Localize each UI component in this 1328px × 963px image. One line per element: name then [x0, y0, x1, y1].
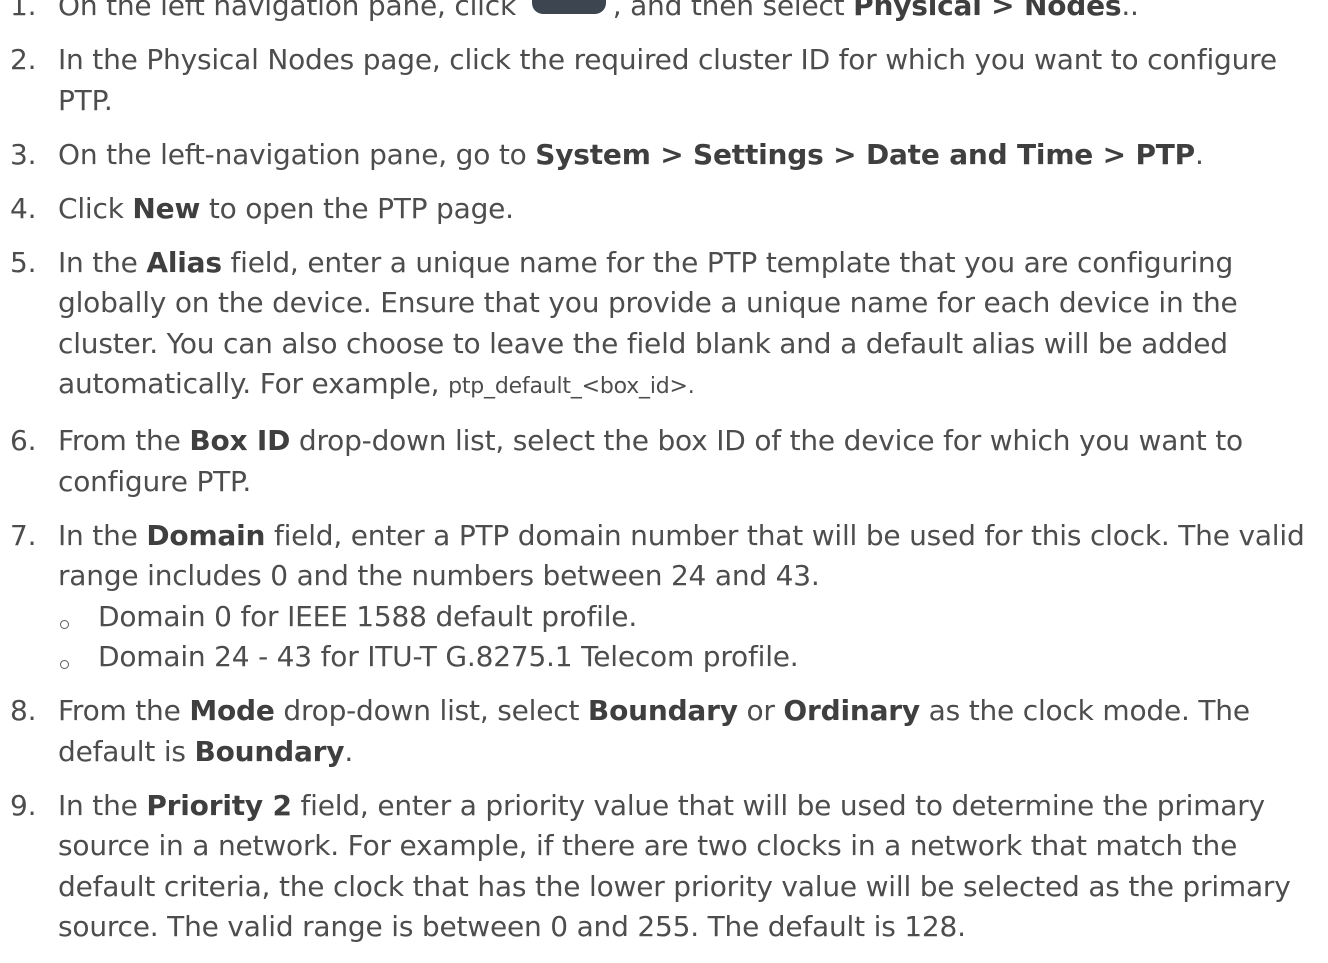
- procedure-steps: 1. On the left navigation pane, click , …: [0, 0, 1328, 948]
- ui-label: Alias: [146, 245, 222, 279]
- step-9: 9. In the Priority 2 field, enter a prio…: [0, 786, 1328, 948]
- ui-label: Domain: [146, 518, 266, 552]
- ui-label: Mode: [189, 694, 275, 727]
- ui-label: Priority 2: [146, 788, 292, 822]
- step-4: 4. Click New to open the PTP page.: [0, 189, 1328, 230]
- ui-path: System > Settings > Date and Time > PTP: [535, 137, 1195, 171]
- ui-option: Boundary: [587, 694, 738, 727]
- step-1: 1. On the left navigation pane, click , …: [0, 0, 1328, 27]
- step-5: 5. In the Alias field, enter a unique na…: [0, 243, 1328, 408]
- ui-label: New: [132, 191, 201, 225]
- step-text: On the left-navigation pane, go to: [58, 137, 536, 171]
- step-2: 2. In the Physical Nodes page, click the…: [0, 40, 1328, 121]
- document-body: 1. On the left navigation pane, click , …: [0, 0, 1328, 961]
- step-3: 3. On the left-navigation pane, go to Sy…: [0, 135, 1328, 176]
- step-text: In the: [58, 788, 147, 822]
- step-number: 2.: [10, 43, 37, 76]
- server-icon: [527, 0, 611, 16]
- bullet-text: Domain 0 for IEEE 1588 default profile.: [98, 599, 638, 633]
- step-text: On the left navigation pane, click: [58, 0, 525, 22]
- step-text: From the: [58, 424, 190, 457]
- step-text: In the: [58, 518, 147, 552]
- step-6: 6. From the Box ID drop-down list, selec…: [0, 421, 1328, 502]
- step-number: 9.: [10, 788, 37, 822]
- step-text: .: [344, 734, 354, 768]
- example-value: ptp_default_<box_id>: [448, 374, 688, 399]
- ui-option: Boundary: [194, 734, 345, 768]
- step-number: 8.: [10, 694, 37, 727]
- step-number: 7.: [10, 518, 37, 552]
- step-number: 6.: [10, 424, 37, 457]
- step-text: Click: [58, 191, 133, 225]
- step-text: In the: [58, 245, 147, 279]
- step-number: 3.: [10, 137, 37, 171]
- step-8: 8. From the Mode drop-down list, select …: [0, 691, 1328, 772]
- step-text: In the Physical Nodes page, click the re…: [58, 43, 1277, 117]
- ui-label: Box ID: [189, 424, 291, 457]
- step-text: From the: [58, 694, 190, 727]
- step-text: or: [737, 694, 784, 727]
- step-text: .: [687, 374, 695, 399]
- step-text: , and then select: [612, 0, 854, 22]
- ui-option: Ordinary: [783, 694, 920, 727]
- step-number: 4.: [10, 191, 37, 225]
- domain-options: Domain 0 for IEEE 1588 default profile. …: [58, 597, 1320, 678]
- bullet-icon: [60, 619, 69, 629]
- step-text: ..: [1121, 0, 1139, 22]
- bullet-text: Domain 24 - 43 for ITU-T G.8275.1 Teleco…: [98, 640, 799, 673]
- step-text: .: [1195, 137, 1204, 171]
- list-item: Domain 24 - 43 for ITU-T G.8275.1 Teleco…: [58, 637, 1320, 678]
- step-text: drop-down list, select: [274, 694, 588, 727]
- step-text: to open the PTP page.: [200, 191, 514, 225]
- ui-path: Physical > Nodes: [853, 0, 1122, 22]
- step-7: 7. In the Domain field, enter a PTP doma…: [0, 516, 1328, 678]
- step-number: 1.: [10, 0, 37, 22]
- bullet-icon: [60, 660, 69, 669]
- list-item: Domain 0 for IEEE 1588 default profile.: [58, 597, 1320, 638]
- step-number: 5.: [10, 245, 37, 279]
